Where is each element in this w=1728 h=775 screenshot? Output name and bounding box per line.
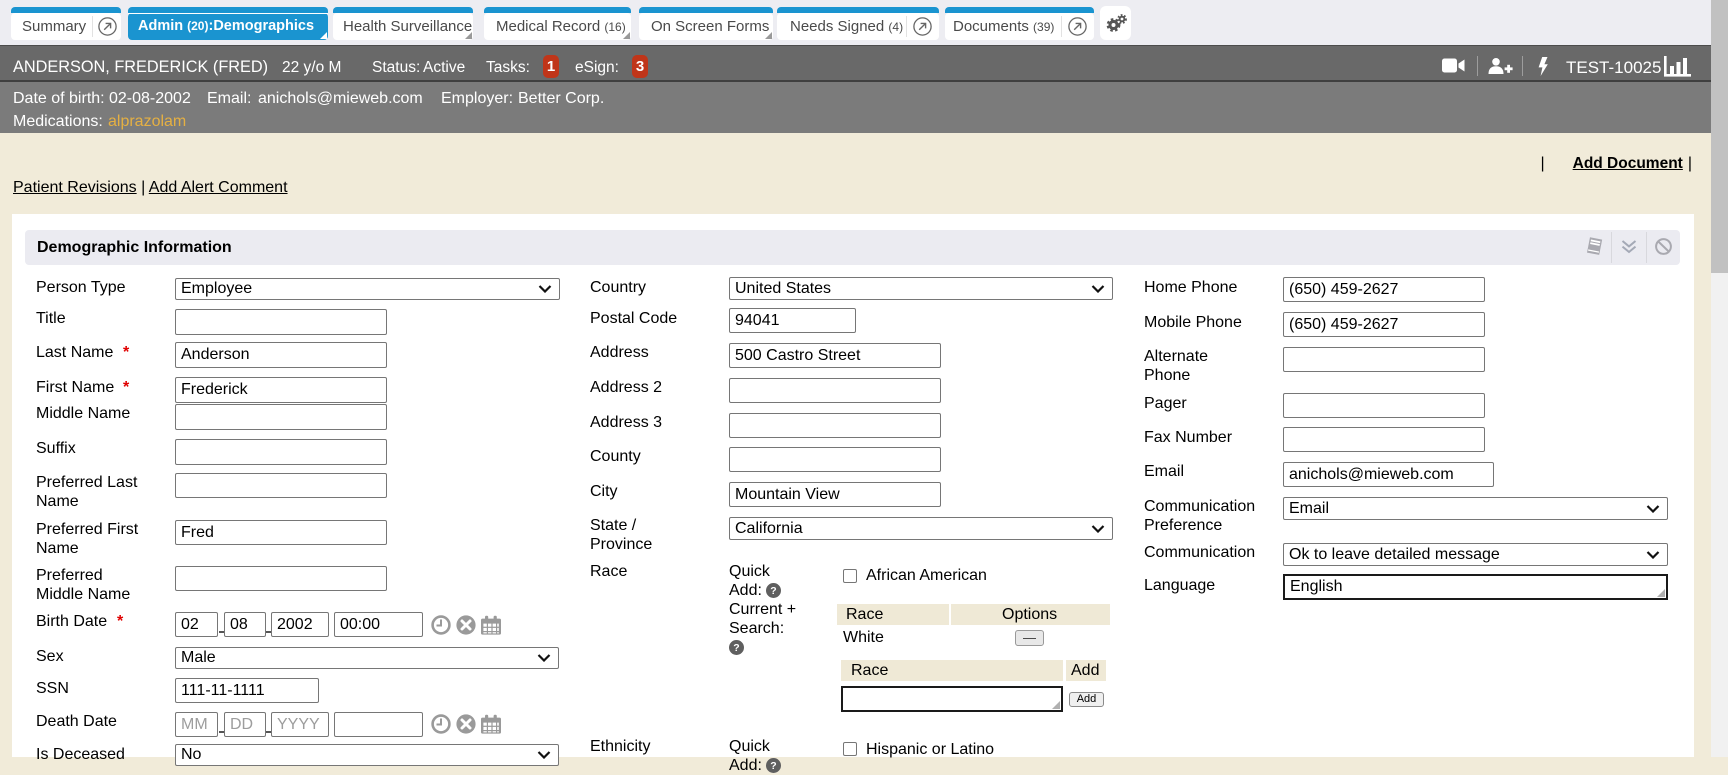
svg-text:?: ?: [771, 585, 777, 597]
svg-text:?: ?: [771, 760, 777, 772]
svg-text:?: ?: [733, 642, 739, 654]
